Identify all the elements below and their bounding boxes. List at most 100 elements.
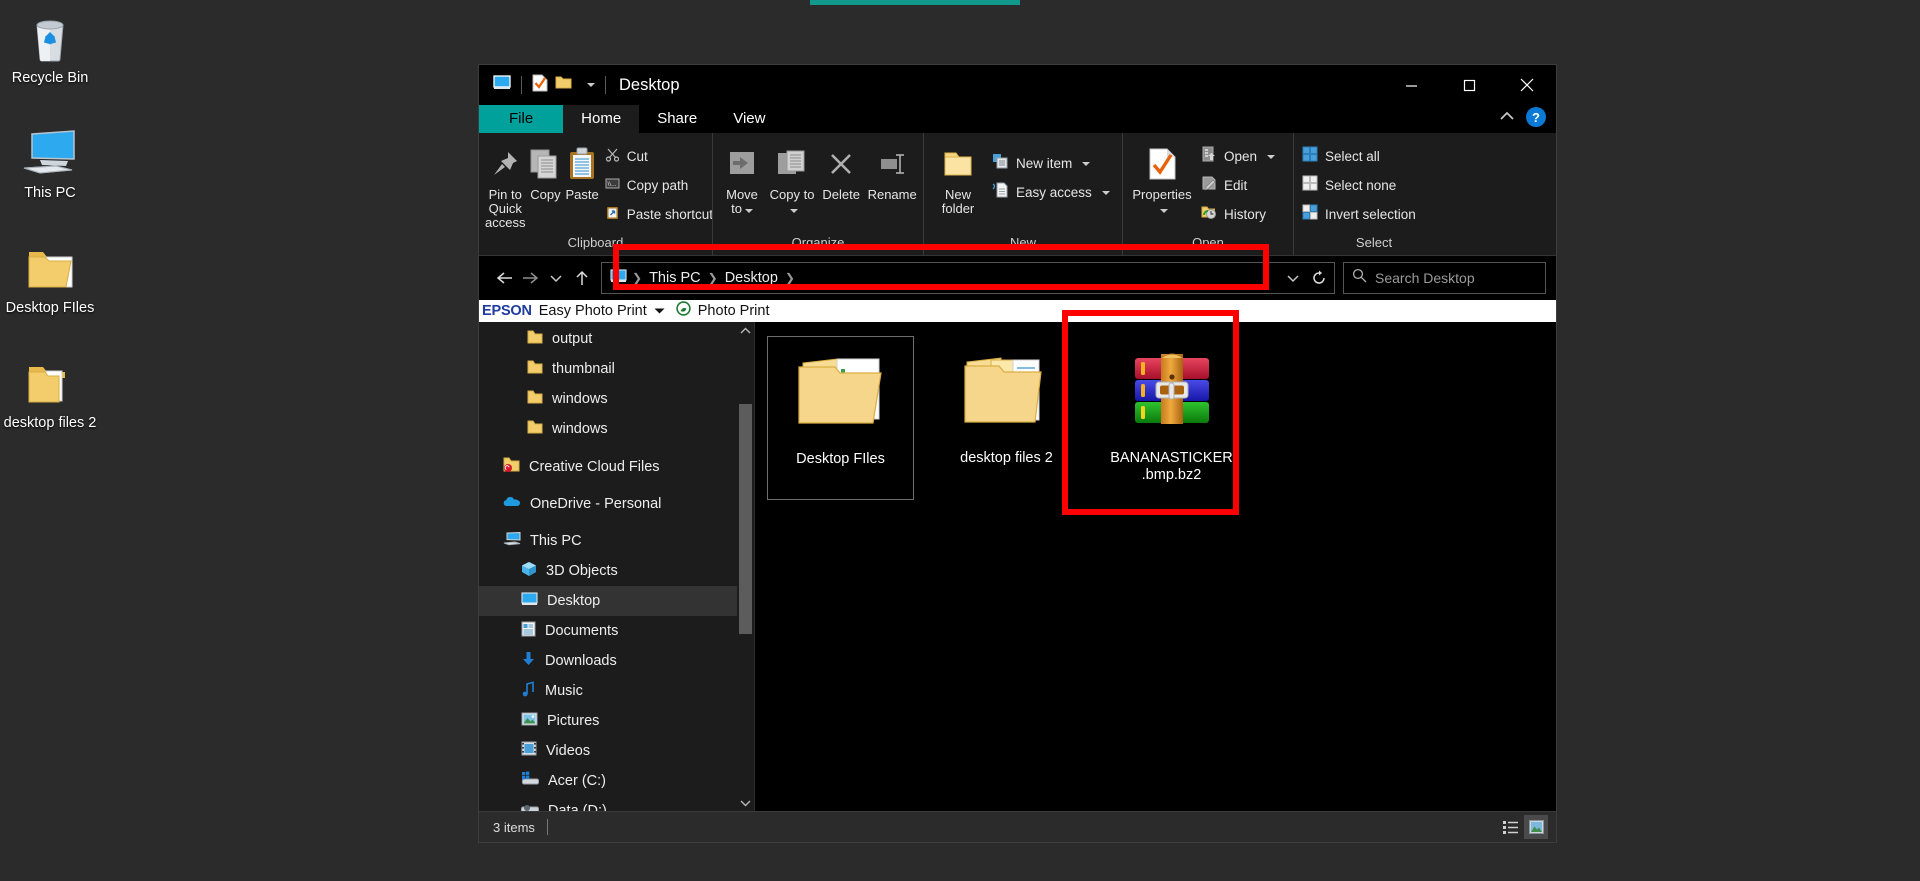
- select-none-button[interactable]: Select none: [1298, 171, 1424, 200]
- edit-button[interactable]: Edit: [1197, 171, 1283, 200]
- hard-drive-icon: [521, 771, 540, 791]
- chevron-down-icon[interactable]: [587, 83, 595, 87]
- open-button[interactable]: Open: [1197, 142, 1283, 171]
- delete-button[interactable]: Delete: [817, 139, 865, 205]
- invert-selection-button[interactable]: Invert selection: [1298, 200, 1424, 229]
- details-view-icon[interactable]: [1498, 815, 1522, 839]
- copy-button[interactable]: Copy: [527, 139, 563, 205]
- 3d-objects-icon: [521, 561, 537, 582]
- nav-item-windows-2[interactable]: windows: [479, 414, 754, 444]
- refresh-icon[interactable]: [1306, 263, 1332, 293]
- address-dropdown-icon[interactable]: [1280, 263, 1306, 293]
- desktop-icon-recycle-bin[interactable]: Recycle Bin: [0, 10, 100, 87]
- select-all-button[interactable]: Select all: [1298, 142, 1424, 171]
- nav-scrollbar[interactable]: [737, 322, 754, 811]
- search-box[interactable]: Search Desktop: [1343, 262, 1546, 294]
- nav-item-desktop[interactable]: Desktop: [479, 586, 754, 616]
- up-arrow-icon[interactable]: [569, 263, 595, 293]
- nav-item-output[interactable]: output: [479, 324, 754, 354]
- desktop-icon[interactable]: [493, 75, 511, 95]
- file-item-desktop-files[interactable]: Desktop FIles: [767, 336, 914, 500]
- properties-button[interactable]: Properties: [1127, 139, 1197, 219]
- nav-item-thumbnail[interactable]: thumbnail: [479, 354, 754, 384]
- nav-item-downloads[interactable]: Downloads: [479, 646, 754, 676]
- file-item-label: BANANASTICKER .bmp.bz2: [1110, 450, 1232, 484]
- chevron-down-icon[interactable]: [1159, 209, 1168, 213]
- large-icons-view-icon[interactable]: [1524, 815, 1548, 839]
- breadcrumb-separator[interactable]: ❯: [784, 271, 796, 285]
- maximize-button[interactable]: [1440, 65, 1498, 105]
- rename-button[interactable]: Rename: [865, 139, 919, 205]
- desktop-icon: [604, 268, 631, 288]
- downloads-icon: [521, 651, 536, 672]
- toolbar-divider: [521, 76, 522, 94]
- breadcrumb-separator: ❯: [632, 271, 643, 285]
- nav-item-windows-1[interactable]: windows: [479, 384, 754, 414]
- chevron-down-icon[interactable]: [744, 209, 753, 213]
- back-arrow-icon[interactable]: [491, 263, 517, 293]
- breadcrumb-desktop[interactable]: Desktop: [719, 270, 784, 286]
- tab-share[interactable]: Share: [639, 105, 715, 133]
- file-list-pane[interactable]: Desktop FIles desktop files 2 BANANASTIC…: [755, 322, 1556, 811]
- desktop-icon-desktop-files[interactable]: Desktop FIles: [0, 240, 100, 317]
- history-button[interactable]: History: [1197, 200, 1283, 229]
- scrollbar-thumb[interactable]: [739, 404, 752, 634]
- properties-check-icon[interactable]: [532, 74, 548, 97]
- chevron-down-icon[interactable]: [1082, 161, 1091, 166]
- move-to-button[interactable]: Move to: [717, 139, 767, 219]
- chevron-down-icon[interactable]: [1267, 154, 1276, 159]
- nav-item-pictures[interactable]: Pictures: [479, 706, 754, 736]
- nav-item-creative-cloud-files[interactable]: Creative Cloud Files: [479, 452, 754, 482]
- easy-photo-print-menu[interactable]: Easy Photo Print: [539, 303, 647, 319]
- nav-item-label: Music: [545, 683, 583, 699]
- help-button[interactable]: ?: [1526, 107, 1546, 127]
- folder-icon[interactable]: [555, 75, 572, 95]
- nav-item-acer-c[interactable]: Acer (C:): [479, 766, 754, 796]
- paste-shortcut-button[interactable]: Paste shortcut: [601, 200, 721, 229]
- desktop-icon-desktop-files-2[interactable]: desktop files 2: [0, 355, 100, 432]
- desktop-icon-this-pc[interactable]: This PC: [0, 125, 100, 202]
- photo-print-button[interactable]: Photo Print: [698, 303, 770, 319]
- address-bar-controls: [1280, 263, 1332, 293]
- address-bar[interactable]: ❯ This PC ❯ Desktop ❯: [601, 262, 1335, 294]
- this-pc-icon: [503, 531, 521, 551]
- paste-shortcut-icon: [605, 205, 620, 225]
- chevron-down-icon[interactable]: [1101, 190, 1110, 195]
- desktop-icon-label: Desktop FIles: [5, 300, 95, 316]
- nav-item-data-d[interactable]: Data (D:): [479, 796, 754, 811]
- tab-file[interactable]: File: [479, 105, 564, 133]
- copy-to-button[interactable]: Copy to: [767, 139, 817, 219]
- nav-item-documents[interactable]: Documents: [479, 616, 754, 646]
- search-input[interactable]: Search Desktop: [1375, 270, 1475, 286]
- recent-locations-chevron-icon[interactable]: [543, 263, 569, 293]
- nav-item-3d-objects[interactable]: 3D Objects: [479, 556, 754, 586]
- forward-arrow-icon[interactable]: [517, 263, 543, 293]
- easy-access-button[interactable]: Easy access: [988, 178, 1118, 207]
- scroll-up-button[interactable]: [737, 322, 754, 339]
- chevron-down-icon[interactable]: [654, 302, 665, 320]
- button-label: Paste: [565, 187, 599, 202]
- nav-item-this-pc[interactable]: This PC: [479, 526, 754, 556]
- minimize-button[interactable]: [1382, 65, 1440, 105]
- cut-button[interactable]: Cut: [601, 142, 721, 171]
- chevron-up-icon[interactable]: [1500, 108, 1514, 126]
- scroll-down-button[interactable]: [737, 794, 754, 811]
- tab-home[interactable]: Home: [563, 105, 640, 133]
- nav-item-videos[interactable]: Videos: [479, 736, 754, 766]
- file-item-bananasticker-archive[interactable]: BANANASTICKER .bmp.bz2: [1099, 336, 1244, 498]
- new-item-button[interactable]: New item: [988, 149, 1118, 178]
- breadcrumb-this-pc[interactable]: This PC: [643, 270, 707, 286]
- nav-item-onedrive-personal[interactable]: OneDrive - Personal: [479, 489, 754, 519]
- pin-to-quick-access-button[interactable]: Pin to Quick access: [483, 139, 527, 233]
- close-button[interactable]: [1498, 65, 1556, 105]
- properties-icon: [1148, 142, 1176, 186]
- photo-print-icon: [676, 301, 691, 321]
- nav-item-music[interactable]: Music: [479, 676, 754, 706]
- copy-path-button[interactable]: \\... Copy path: [601, 171, 721, 200]
- nav-item-label: Creative Cloud Files: [529, 459, 660, 475]
- new-folder-button[interactable]: New folder: [928, 139, 988, 219]
- file-item-desktop-files-2[interactable]: desktop files 2: [934, 336, 1079, 498]
- chevron-down-icon[interactable]: [789, 209, 798, 213]
- tab-view[interactable]: View: [715, 105, 783, 133]
- paste-button[interactable]: Paste: [563, 139, 600, 205]
